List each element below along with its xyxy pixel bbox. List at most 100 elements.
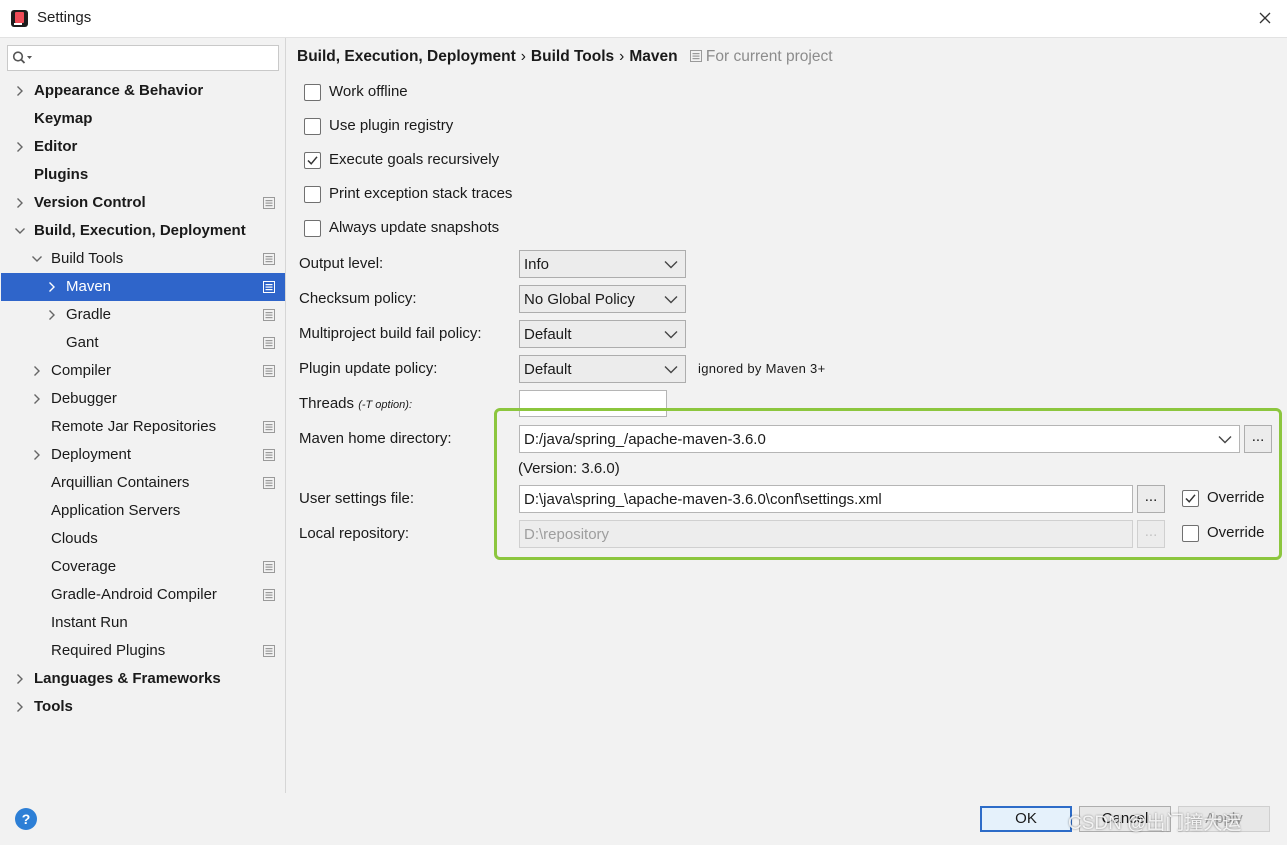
- sidebar-item-instant-run[interactable]: Instant Run: [1, 609, 285, 637]
- project-scope-icon: [263, 365, 275, 377]
- breadcrumb-item: Build Tools: [530, 48, 615, 65]
- chevron-down-icon[interactable]: [31, 253, 43, 265]
- project-scope-icon: [263, 281, 275, 293]
- project-scope-icon: [263, 337, 275, 349]
- chevron-right-icon[interactable]: [14, 141, 26, 153]
- sidebar-item-label: Deployment: [51, 446, 132, 463]
- option-print-exception-stack-traces[interactable]: Print exception stack traces: [304, 184, 564, 206]
- option-always-update-snapshots[interactable]: Always update snapshots: [304, 218, 564, 240]
- project-scope-icon: [263, 645, 275, 657]
- local-repository-browse-button: ...: [1137, 520, 1165, 548]
- local-repository-override[interactable]: Override: [1182, 523, 1277, 545]
- override-label: Override: [1207, 489, 1265, 506]
- chevron-right-icon[interactable]: [14, 85, 26, 97]
- check-icon: [307, 156, 318, 165]
- execute-goals-recursively-checkbox[interactable]: [304, 152, 321, 169]
- sidebar-item-gradle[interactable]: Gradle: [1, 301, 285, 329]
- sidebar-item-deployment[interactable]: Deployment: [1, 441, 285, 469]
- chevron-down-icon: [1218, 436, 1232, 444]
- sidebar-item-label: Debugger: [51, 390, 117, 407]
- sidebar-item-label: Version Control: [34, 194, 146, 211]
- sidebar-item-debugger[interactable]: Debugger: [1, 385, 285, 413]
- sidebar-item-label: Gant: [66, 334, 99, 351]
- option-work-offline[interactable]: Work offline: [304, 82, 564, 104]
- user-settings-override-checkbox[interactable]: [1182, 490, 1199, 507]
- local-repository-override-checkbox[interactable]: [1182, 525, 1199, 542]
- project-scope-icon: [263, 561, 275, 573]
- sidebar-item-gant[interactable]: Gant: [1, 329, 285, 357]
- search-icon: [12, 51, 32, 64]
- sidebar-item-version-control[interactable]: Version Control: [1, 189, 285, 217]
- checksum-policy-label: Checksum policy:: [299, 290, 417, 307]
- plugin-update-policy-value: Default: [524, 361, 572, 378]
- close-icon[interactable]: [1253, 6, 1277, 30]
- maven-home-browse-button[interactable]: ...: [1244, 425, 1272, 453]
- sidebar-item-label: Clouds: [51, 530, 98, 547]
- user-settings-label: User settings file:: [299, 490, 415, 507]
- option-use-plugin-registry[interactable]: Use plugin registry: [304, 116, 564, 138]
- sidebar-item-keymap[interactable]: Keymap: [1, 105, 285, 133]
- chevron-down-icon[interactable]: [14, 225, 26, 237]
- sidebar-item-gradle-android-compiler[interactable]: Gradle-Android Compiler: [1, 581, 285, 609]
- sidebar-item-build-execution-deployment[interactable]: Build, Execution, Deployment: [1, 217, 285, 245]
- sidebar-item-label: Remote Jar Repositories: [51, 418, 217, 435]
- sidebar-item-maven[interactable]: Maven: [1, 273, 285, 301]
- sidebar-item-arquillian-containers[interactable]: Arquillian Containers: [1, 469, 285, 497]
- chevron-down-icon: [664, 296, 678, 304]
- user-settings-input[interactable]: D:\java\spring_\apache-maven-3.6.0\conf\…: [519, 485, 1133, 513]
- help-button[interactable]: ?: [15, 808, 37, 830]
- print-exception-stack-traces-checkbox[interactable]: [304, 186, 321, 203]
- ok-button[interactable]: OK: [980, 806, 1072, 832]
- multiproject-fail-policy-select[interactable]: Default: [519, 320, 686, 348]
- sidebar-item-appearance-behavior[interactable]: Appearance & Behavior: [1, 77, 285, 105]
- chevron-right-icon[interactable]: [14, 673, 26, 685]
- sidebar-item-required-plugins[interactable]: Required Plugins: [1, 637, 285, 665]
- maven-home-combobox[interactable]: D:/java/spring_/apache-maven-3.6.0: [519, 425, 1240, 453]
- sidebar-item-coverage[interactable]: Coverage: [1, 553, 285, 581]
- plugin-update-policy-select[interactable]: Default: [519, 355, 686, 383]
- sidebar-item-label: Tools: [34, 698, 73, 715]
- search-input[interactable]: [7, 45, 279, 71]
- local-repository-input: D:\repository: [519, 520, 1133, 548]
- project-scope-icon: [263, 253, 275, 265]
- always-update-snapshots-checkbox[interactable]: [304, 220, 321, 237]
- use-plugin-registry-checkbox[interactable]: [304, 118, 321, 135]
- window-title: Settings: [37, 9, 92, 26]
- chevron-right-icon[interactable]: [46, 281, 58, 293]
- work-offline-checkbox[interactable]: [304, 84, 321, 101]
- project-scope-icon: [263, 589, 275, 601]
- sidebar-item-compiler[interactable]: Compiler: [1, 357, 285, 385]
- output-level-select[interactable]: Info: [519, 250, 686, 278]
- chevron-right-icon[interactable]: [14, 197, 26, 209]
- chevron-right-icon[interactable]: [31, 393, 43, 405]
- sidebar-item-languages-frameworks[interactable]: Languages & Frameworks: [1, 665, 285, 693]
- project-scope-icon: [263, 477, 275, 489]
- project-scope-icon: [689, 50, 702, 62]
- chevron-right-icon[interactable]: [46, 309, 58, 321]
- breadcrumb-item: Build, Execution, Deployment: [297, 48, 516, 65]
- sidebar-item-build-tools[interactable]: Build Tools: [1, 245, 285, 273]
- chevron-right-icon[interactable]: [31, 449, 43, 461]
- local-repository-value: D:\repository: [524, 526, 610, 543]
- checksum-policy-select[interactable]: No Global Policy: [519, 285, 686, 313]
- scope-label: For current project: [689, 48, 833, 65]
- title-bar: Settings: [0, 0, 1287, 38]
- sidebar-item-editor[interactable]: Editor: [1, 133, 285, 161]
- sidebar-item-plugins[interactable]: Plugins: [1, 161, 285, 189]
- checkbox-label: Execute goals recursively: [329, 151, 500, 168]
- chevron-right-icon[interactable]: [14, 701, 26, 713]
- output-level-label: Output level:: [299, 255, 384, 272]
- user-settings-value: D:\java\spring_\apache-maven-3.6.0\conf\…: [524, 491, 882, 508]
- sidebar-item-tools[interactable]: Tools: [1, 693, 285, 721]
- sidebar-item-clouds[interactable]: Clouds: [1, 525, 285, 553]
- override-label: Override: [1207, 524, 1265, 541]
- user-settings-browse-button[interactable]: ...: [1137, 485, 1165, 513]
- sidebar-item-label: Appearance & Behavior: [34, 82, 204, 99]
- sidebar-item-label: Instant Run: [51, 614, 128, 631]
- chevron-right-icon[interactable]: [31, 365, 43, 377]
- user-settings-override[interactable]: Override: [1182, 488, 1277, 510]
- sidebar-item-remote-jar-repositories[interactable]: Remote Jar Repositories: [1, 413, 285, 441]
- option-execute-goals-recursively[interactable]: Execute goals recursively: [304, 150, 564, 172]
- plugin-update-note: ignored by Maven 3+: [698, 361, 826, 376]
- sidebar-item-application-servers[interactable]: Application Servers: [1, 497, 285, 525]
